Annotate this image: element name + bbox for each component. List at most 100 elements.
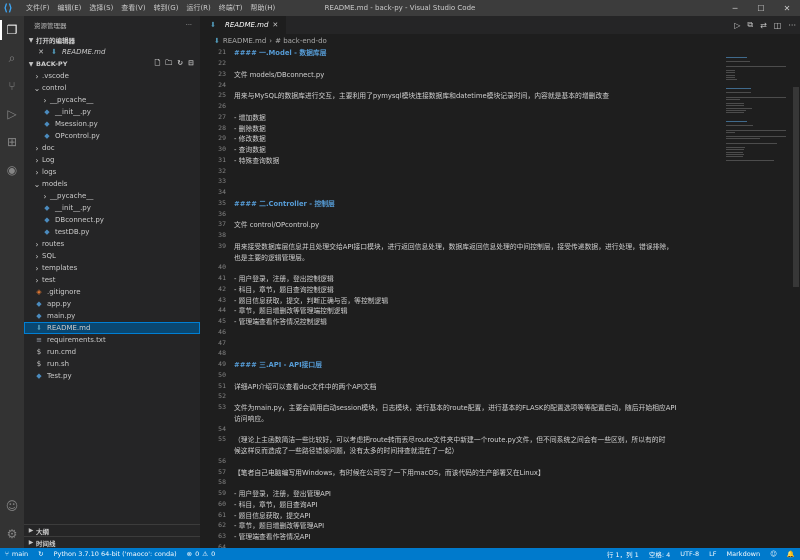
sync-icon[interactable]: ↻ [33,550,48,558]
menu-item[interactable]: 文件(F) [22,0,54,16]
notifications-icon[interactable]: 🔔 [782,549,800,559]
project-label: BACK-PY [36,60,68,68]
window-controls: ─ ☐ ✕ [722,0,800,16]
tree-item[interactable]: › __pycache__ [24,190,200,202]
line-number: 56 [218,456,226,465]
menu-item[interactable]: 查看(V) [117,0,149,16]
line-number: 35 [218,198,226,207]
open-editors-label: 打开的编辑器 [36,37,75,45]
tree-item[interactable]: › templates [24,262,200,274]
menu-item[interactable]: 转到(G) [150,0,183,16]
minimap-line [726,96,786,98]
tree-item[interactable]: $ run.sh [24,358,200,370]
title-bar: ⟨⟩ 文件(F) 编辑(E) 选择(S) 查看(V) 转到(G) 运行(R) 终端(T) 帮助… [0,0,800,16]
menu-item[interactable]: 选择(S) [85,0,117,16]
split-editor-icon[interactable]: ◫ [774,21,782,30]
feedback-icon[interactable]: ☺ [765,549,782,559]
open-editors-section[interactable]: ▼ 打开的编辑器 [24,34,200,46]
account-icon[interactable]: ☺ [0,492,24,520]
tree-item[interactable]: ◆ __init__.py [24,106,200,118]
tree-item[interactable]: ⌄ control [24,82,200,94]
menu-item[interactable]: 终端(T) [215,0,247,16]
breadcrumb-file[interactable]: README.md [223,37,266,45]
tree-item[interactable]: ◆ __init__.py [24,202,200,214]
interpreter-item[interactable]: Python 3.7.10 64-bit ('maoco': conda) [49,550,182,558]
minimap[interactable] [720,47,792,548]
gear-icon[interactable]: ⚙ [0,520,24,548]
search-icon[interactable]: ⌕ [0,44,24,72]
tree-item[interactable]: $ run.cmd [24,346,200,358]
tree-item[interactable]: ⌄ models [24,178,200,190]
close-icon[interactable]: ✕ [36,48,46,56]
extensions-icon[interactable]: ⊞ [0,128,24,156]
maximize-icon[interactable]: ☐ [748,0,774,16]
collapse-all-icon[interactable]: ⊟ [188,59,194,70]
github-icon[interactable]: ◉ [0,156,24,184]
tree-item[interactable]: ◆ main.py [24,310,200,322]
tree-item[interactable]: › __pycache__ [24,94,200,106]
vertical-scrollbar[interactable] [792,47,800,548]
tree-item[interactable]: ◆ OPcontrol.py [24,130,200,142]
tree-item[interactable]: › test [24,274,200,286]
code-line: 34 [200,187,720,198]
encoding[interactable]: UTF-8 [675,549,704,559]
more-actions-icon[interactable]: ··· [186,21,192,29]
run-icon[interactable]: ▷ [734,21,740,30]
chevron-right-icon: › [35,239,39,249]
minimize-icon[interactable]: ─ [722,0,748,16]
scrollbar-thumb[interactable] [793,87,799,287]
close-icon[interactable]: ✕ [272,21,278,29]
open-editor-item[interactable]: ✕ ⬇ README.md [24,46,200,58]
problems-item[interactable]: ⊗ 0 ⚠ 0 [182,550,221,558]
breadcrumb: ⬇ README.md › # back-end-do [200,34,800,47]
code-line: 29 - 修改数据 [200,133,720,144]
line-text: 文件 models/DBconnect.py [234,70,325,79]
line-number: 26 [218,102,226,111]
tree-item[interactable]: ◆ app.py [24,298,200,310]
menu-item[interactable]: 运行(R) [182,0,214,16]
end-of-line[interactable]: LF [704,549,721,559]
project-section[interactable]: ▼ BACK-PY 🗋 🗀 ↻ ⊟ [24,58,200,70]
tree-item[interactable]: › routes [24,238,200,250]
python-file-icon: ◆ [36,300,42,308]
tree-item[interactable]: › SQL [24,250,200,262]
breadcrumb-symbol[interactable]: # back-end-do [275,37,327,45]
outline-section[interactable]: ▶ 大纲 [24,524,200,536]
more-actions-icon[interactable]: ··· [788,21,796,30]
code-line: 58 [200,477,720,488]
minimap-line [726,109,747,111]
new-file-icon[interactable]: 🗋 [155,59,161,70]
chevron-right-icon: › [43,95,47,105]
refresh-icon[interactable]: ↻ [177,59,183,70]
source-control-icon[interactable]: ⑂ [0,72,24,100]
line-text: 文件为main.py，主要会调用启动session模块，日志模块，进行基本的ro… [234,404,677,413]
tree-item[interactable]: ≡ requirements.txt [24,334,200,346]
new-folder-icon[interactable]: 🗀 [165,59,172,70]
compare-icon[interactable]: ⇄ [760,21,767,30]
open-preview-icon[interactable]: ⧉ [747,20,753,30]
tree-item[interactable]: ◈ .gitignore [24,286,200,298]
tree-item[interactable]: › doc [24,142,200,154]
tree-item[interactable]: ⬇ README.md [24,322,200,334]
tab-readme[interactable]: ⬇ README.md ✕ [200,16,287,34]
activity-bar: ❐ ⌕ ⑂ ▷ ⊞ ◉ ☺ ⚙ [0,16,24,548]
explorer-icon[interactable]: ❐ [0,16,24,44]
menu-item[interactable]: 帮助(H) [247,0,280,16]
branch-item[interactable]: ⑂ main [0,550,33,558]
tree-item[interactable]: ◆ Test.py [24,370,200,382]
timeline-section[interactable]: ▶ 时间线 [24,536,200,548]
language-mode[interactable]: Markdown [722,549,766,559]
code-view[interactable]: 21 #### 一.Model - 数据库层 22 23 文件 models/DBcon… [200,47,720,548]
menu-item[interactable]: 编辑(E) [54,0,86,16]
tree-item[interactable]: › logs [24,166,200,178]
indentation[interactable]: 空格: 4 [644,549,675,559]
close-icon[interactable]: ✕ [774,0,800,16]
tree-item[interactable]: › Log [24,154,200,166]
cursor-position[interactable]: 行 1，列 1 [602,549,644,559]
tree-item[interactable]: ◆ DBconnect.py [24,214,200,226]
tree-item[interactable]: ◆ testDB.py [24,226,200,238]
tree-item[interactable]: › .vscode [24,70,200,82]
run-debug-icon[interactable]: ▷ [0,100,24,128]
line-number: 55 [218,435,226,444]
tree-item[interactable]: ◆ Msession.py [24,118,200,130]
